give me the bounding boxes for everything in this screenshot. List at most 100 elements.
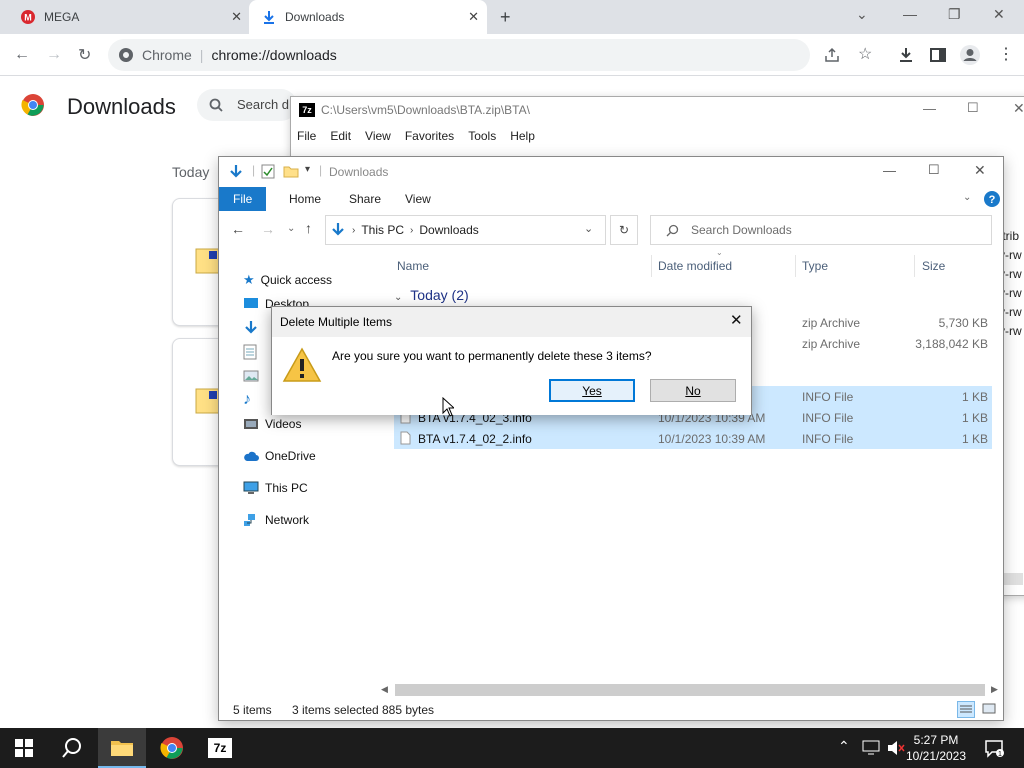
chevron-up-icon[interactable]: ⌃ xyxy=(838,738,850,755)
breadcrumb-downloads[interactable]: Downloads xyxy=(419,223,478,237)
column-name[interactable]: Name xyxy=(397,259,429,273)
forward-icon[interactable]: → xyxy=(261,221,275,237)
reload-icon[interactable]: ↻ xyxy=(78,45,91,65)
chrome-toolbar: ← → ↻ Chrome | chrome://downloads ☆ ⋮ xyxy=(0,34,1024,76)
forward-icon[interactable]: → xyxy=(46,46,62,64)
tab-search-icon[interactable]: ⌄ xyxy=(856,6,868,23)
network-status-icon[interactable] xyxy=(862,740,880,756)
breadcrumb-this-pc[interactable]: This PC xyxy=(361,223,404,237)
nav-this-pc[interactable]: This PC xyxy=(243,477,308,499)
horizontal-scrollbar[interactable]: ◀ ▶ xyxy=(379,682,1003,699)
more-menu-icon[interactable]: ⋮ xyxy=(998,44,1014,64)
downloads-toolbar-icon[interactable] xyxy=(897,46,915,64)
new-folder-icon[interactable] xyxy=(283,164,299,178)
restore-icon[interactable]: ❐ xyxy=(948,6,961,23)
recent-locations-icon[interactable]: ⌄ xyxy=(287,223,295,234)
back-icon[interactable]: ← xyxy=(14,46,30,64)
tab-downloads[interactable]: Downloads ✕ xyxy=(249,0,487,34)
details-view-icon[interactable] xyxy=(957,701,975,718)
taskbar-chrome[interactable] xyxy=(148,728,196,768)
no-button[interactable]: No xyxy=(650,379,736,402)
address-bar[interactable]: Chrome | chrome://downloads ☆ xyxy=(108,39,872,71)
table-row[interactable]: BTA v1.7.4_02_2.info 10/1/2023 10:39 AM … xyxy=(394,428,992,449)
column-divider[interactable] xyxy=(651,255,652,277)
address-bar[interactable]: › This PC › Downloads ⌄ xyxy=(325,215,606,245)
menu-view[interactable]: View xyxy=(365,129,391,143)
ribbon-tab-file[interactable]: File xyxy=(219,187,267,211)
menu-bar: File Edit View Favorites Tools Help xyxy=(297,129,535,143)
back-icon[interactable]: ← xyxy=(231,221,245,237)
properties-icon[interactable] xyxy=(261,164,275,179)
menu-favorites[interactable]: Favorites xyxy=(405,129,454,143)
minimize-icon[interactable]: — xyxy=(923,101,936,116)
bookmark-star-icon[interactable]: ☆ xyxy=(858,44,872,64)
maximize-icon[interactable]: ☐ xyxy=(967,100,979,116)
column-divider[interactable] xyxy=(795,255,796,277)
svg-text:?: ? xyxy=(989,194,996,206)
profile-avatar-icon[interactable] xyxy=(959,44,981,66)
taskbar-search-button[interactable] xyxy=(48,728,96,768)
new-tab-button[interactable]: + xyxy=(500,7,511,28)
system-clock[interactable]: 5:27 PM 10/21/2023 xyxy=(896,732,976,764)
cloud-icon xyxy=(244,451,259,461)
column-type[interactable]: Type xyxy=(802,259,828,273)
divider: | xyxy=(319,163,323,177)
close-icon[interactable]: ✕ xyxy=(231,9,242,25)
yes-button[interactable]: Yes xyxy=(549,379,635,402)
nav-documents[interactable] xyxy=(243,341,257,363)
close-icon[interactable]: ✕ xyxy=(730,311,743,329)
customize-toolbar-icon[interactable]: ▾ xyxy=(305,164,310,175)
nav-onedrive[interactable]: OneDrive xyxy=(243,445,316,467)
status-bar: 5 items 3 items selected 885 bytes xyxy=(219,700,1003,720)
taskbar-file-explorer[interactable] xyxy=(98,728,146,768)
side-panel-icon[interactable] xyxy=(929,46,947,64)
file-type: INFO File xyxy=(802,432,854,446)
selected-size: 885 bytes xyxy=(382,703,435,717)
downloads-search[interactable]: Search d xyxy=(197,89,297,121)
window-title: Downloads xyxy=(329,165,389,179)
share-icon[interactable] xyxy=(824,47,840,63)
nav-downloads[interactable] xyxy=(243,317,259,339)
expand-ribbon-icon[interactable]: ⌄ xyxy=(963,192,971,203)
chevron-down-icon[interactable]: ⌄ xyxy=(584,222,593,235)
close-window-icon[interactable]: ✕ xyxy=(1013,100,1024,117)
nav-quick-access[interactable]: ★ Quick access xyxy=(243,269,332,291)
scroll-left-icon[interactable]: ◀ xyxy=(381,684,388,695)
close-window-icon[interactable]: ✕ xyxy=(993,6,1005,23)
nav-videos[interactable]: Videos xyxy=(243,413,301,435)
nav-network[interactable]: Network xyxy=(243,509,309,531)
scrollbar-thumb[interactable] xyxy=(395,684,985,696)
menu-help[interactable]: Help xyxy=(510,129,535,143)
close-window-icon[interactable]: ✕ xyxy=(974,162,986,179)
file-type: INFO File xyxy=(802,411,854,425)
menu-edit[interactable]: Edit xyxy=(330,129,351,143)
close-icon[interactable]: ✕ xyxy=(468,9,479,25)
chrome-icon xyxy=(119,48,133,62)
large-icons-view-icon[interactable] xyxy=(981,701,997,717)
minimize-icon[interactable]: — xyxy=(903,6,917,22)
tab-mega[interactable]: M MEGA ✕ xyxy=(8,0,248,34)
help-icon[interactable]: ? xyxy=(983,190,1001,208)
menu-tools[interactable]: Tools xyxy=(468,129,496,143)
start-button[interactable] xyxy=(0,728,48,768)
maximize-icon[interactable]: ☐ xyxy=(928,162,940,178)
menu-file[interactable]: File xyxy=(297,129,316,143)
taskbar-7zip[interactable]: 7z xyxy=(196,728,244,768)
column-divider[interactable] xyxy=(914,255,915,277)
nav-pictures[interactable] xyxy=(243,365,259,387)
column-date[interactable]: Date modified xyxy=(658,259,732,273)
minimize-icon[interactable]: — xyxy=(883,163,896,178)
refresh-icon[interactable]: ↻ xyxy=(610,215,638,245)
nav-music[interactable]: ♪ xyxy=(243,389,251,411)
group-header[interactable]: ⌄ Today (2) xyxy=(394,287,469,303)
notifications-icon[interactable]: 1 xyxy=(984,738,1004,758)
scroll-right-icon[interactable]: ▶ xyxy=(991,684,998,695)
search-input[interactable]: Search Downloads xyxy=(650,215,992,245)
sort-indicator-icon: ⌄ xyxy=(716,248,723,257)
ribbon-tab-home[interactable]: Home xyxy=(275,187,335,211)
column-size[interactable]: Size xyxy=(922,259,945,273)
file-size: 3,188,042 KB xyxy=(915,337,988,351)
up-icon[interactable]: ↑ xyxy=(305,220,312,236)
ribbon-tab-view[interactable]: View xyxy=(391,187,445,211)
ribbon-tab-share[interactable]: Share xyxy=(335,187,395,211)
